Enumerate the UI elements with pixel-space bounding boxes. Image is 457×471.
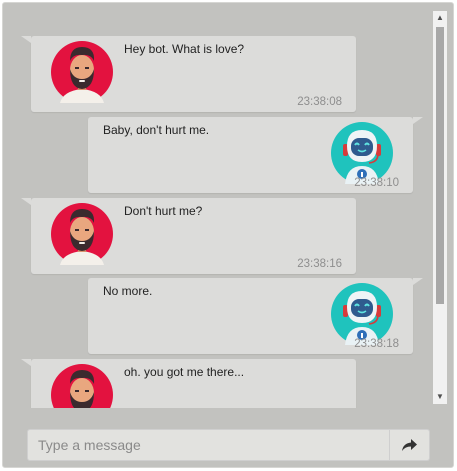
user-avatar-icon (51, 203, 113, 265)
scroll-up-arrow-icon[interactable]: ▲ (433, 11, 447, 25)
message-list[interactable]: Hey bot. What is love? 23:38:08 Baby, do… (3, 3, 433, 408)
message-composer (27, 429, 431, 461)
message-user: Hey bot. What is love? 23:38:08 (21, 36, 356, 112)
message-text: Baby, don't hurt me. (103, 123, 210, 137)
message-timestamp: 23:38:08 (297, 96, 342, 108)
message-timestamp: 23:38:16 (297, 258, 342, 270)
chat-window: Hey bot. What is love? 23:38:08 Baby, do… (2, 2, 454, 468)
user-avatar-icon (51, 41, 113, 103)
message-text: No more. (103, 284, 153, 298)
message-user: oh. you got me there... (21, 359, 356, 408)
message-input[interactable] (27, 429, 390, 461)
message-scrollbar[interactable]: ▲ ▼ (433, 11, 447, 404)
message-bot: Baby, don't hurt me. 23:38:10 (88, 117, 423, 193)
scrollbar-thumb[interactable] (436, 27, 444, 304)
message-user: Don't hurt me? 23:38:16 (21, 198, 356, 274)
message-timestamp: 23:38:10 (354, 177, 399, 189)
message-text: Don't hurt me? (124, 204, 203, 218)
user-avatar-icon (51, 364, 113, 408)
send-button[interactable] (390, 429, 430, 461)
message-bot: No more. 23:38:18 (88, 278, 423, 354)
bot-avatar-icon (331, 283, 393, 345)
message-text: oh. you got me there... (124, 365, 245, 379)
scroll-down-arrow-icon[interactable]: ▼ (433, 390, 447, 404)
message-text: Hey bot. What is love? (124, 42, 245, 56)
share-arrow-icon (402, 438, 417, 451)
message-timestamp: 23:38:18 (354, 338, 399, 350)
bot-avatar-icon (331, 122, 393, 184)
